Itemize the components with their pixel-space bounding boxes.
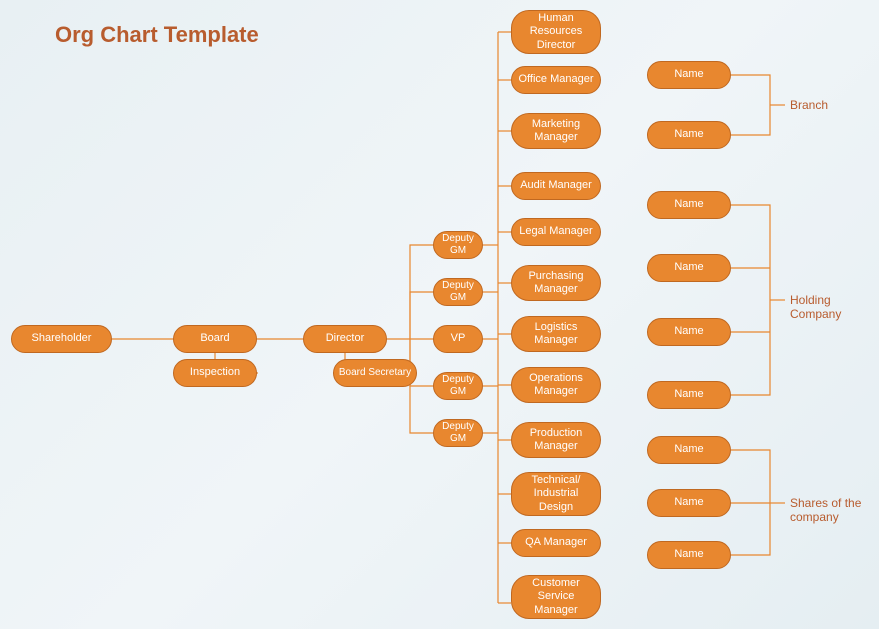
node-branch-name-1: Name <box>647 61 731 89</box>
node-label: Deputy GM <box>438 421 478 445</box>
node-office-manager: Office Manager <box>511 66 601 94</box>
node-shareholder: Shareholder <box>11 325 112 353</box>
node-label: Purchasing Manager <box>516 270 596 296</box>
node-label: Office Manager <box>518 73 593 86</box>
node-qa-manager: QA Manager <box>511 529 601 557</box>
node-holding-name-1: Name <box>647 191 731 219</box>
node-logistics-manager: Logistics Manager <box>511 316 601 352</box>
node-label: Name <box>674 128 703 141</box>
node-label: QA Manager <box>525 536 587 549</box>
node-audit-manager: Audit Manager <box>511 172 601 200</box>
node-deputy-gm-4: Deputy GM <box>433 419 483 447</box>
node-deputy-gm-2: Deputy GM <box>433 278 483 306</box>
node-label: Deputy GM <box>438 233 478 257</box>
node-operations-manager: Operations Manager <box>511 367 601 403</box>
node-label: Name <box>674 198 703 211</box>
node-label: Customer Service Manager <box>516 577 596 617</box>
node-label: Name <box>674 388 703 401</box>
node-board-secretary: Board Secretary <box>333 359 417 387</box>
node-label: Marketing Manager <box>516 118 596 144</box>
node-director: Director <box>303 325 387 353</box>
node-inspection: Inspection <box>173 359 257 387</box>
node-label: Name <box>674 325 703 338</box>
node-board: Board <box>173 325 257 353</box>
node-shares-name-2: Name <box>647 489 731 517</box>
node-legal-manager: Legal Manager <box>511 218 601 246</box>
node-label: Name <box>674 496 703 509</box>
node-label: Name <box>674 443 703 456</box>
node-technical-design: Technical/ Industrial Design <box>511 472 601 516</box>
node-label: Name <box>674 68 703 81</box>
node-holding-name-2: Name <box>647 254 731 282</box>
page-title: Org Chart Template <box>55 22 259 48</box>
node-label: Deputy GM <box>438 280 478 304</box>
node-label: Board <box>200 332 229 345</box>
connector-lines <box>0 0 879 629</box>
node-customer-service-manager: Customer Service Manager <box>511 575 601 619</box>
node-label: Operations Manager <box>516 372 596 398</box>
node-purchasing-manager: Purchasing Manager <box>511 265 601 301</box>
node-marketing-manager: Marketing Manager <box>511 113 601 149</box>
node-label: Production Manager <box>516 427 596 453</box>
node-label: Shareholder <box>32 332 92 345</box>
node-deputy-gm-1: Deputy GM <box>433 231 483 259</box>
node-label: Technical/ Industrial Design <box>516 474 596 514</box>
node-label: Name <box>674 548 703 561</box>
node-label: Name <box>674 261 703 274</box>
node-label: Human Resources Director <box>516 12 596 52</box>
node-label: Legal Manager <box>519 225 592 238</box>
node-holding-name-4: Name <box>647 381 731 409</box>
node-label: VP <box>451 332 466 345</box>
label-shares: Shares of the company <box>790 496 879 524</box>
node-label: Logistics Manager <box>516 321 596 347</box>
node-label: Director <box>326 332 365 345</box>
node-holding-name-3: Name <box>647 318 731 346</box>
node-branch-name-2: Name <box>647 121 731 149</box>
node-label: Deputy GM <box>438 374 478 398</box>
label-holding: Holding Company <box>790 293 879 321</box>
node-label: Inspection <box>190 366 240 379</box>
node-label: Audit Manager <box>520 179 592 192</box>
node-production-manager: Production Manager <box>511 422 601 458</box>
node-deputy-gm-3: Deputy GM <box>433 372 483 400</box>
label-branch: Branch <box>790 98 828 112</box>
node-vp: VP <box>433 325 483 353</box>
node-shares-name-3: Name <box>647 541 731 569</box>
node-hr-director: Human Resources Director <box>511 10 601 54</box>
node-shares-name-1: Name <box>647 436 731 464</box>
node-label: Board Secretary <box>339 367 411 379</box>
